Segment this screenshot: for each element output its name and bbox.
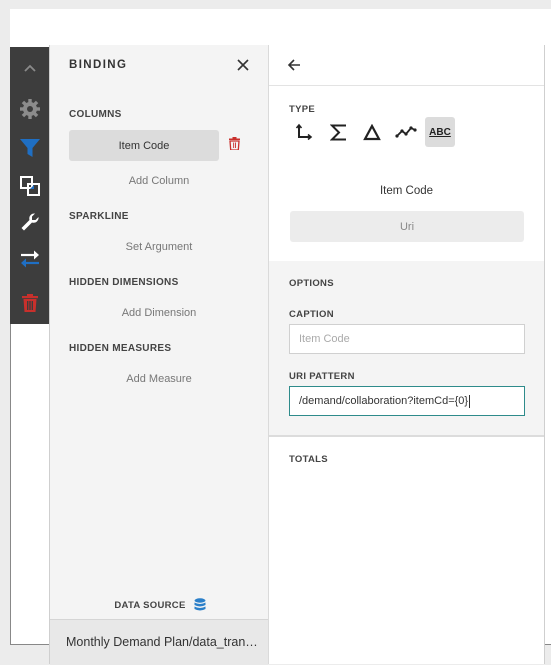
remove-column-button[interactable]: [229, 137, 240, 155]
data-source-label: DATA SOURCE: [114, 599, 186, 611]
uri-pattern-label: URI PATTERN: [289, 371, 355, 382]
close-icon: [237, 59, 249, 71]
totals-section: TOTALS: [269, 437, 544, 664]
column-item-button[interactable]: Item Code: [69, 130, 219, 161]
totals-header: TOTALS: [289, 454, 328, 465]
close-button[interactable]: [235, 57, 251, 73]
collapse-button[interactable]: [10, 51, 49, 85]
add-dimension-link[interactable]: Add Dimension: [69, 307, 249, 319]
type-sparkline-button[interactable]: [391, 117, 421, 147]
columns-header: COLUMNS: [69, 109, 122, 120]
sparkline-icon: [395, 126, 417, 138]
set-argument-link[interactable]: Set Argument: [69, 241, 249, 253]
options-header-bar: [269, 45, 544, 86]
type-section: TYPE ABC Item Code Uri: [269, 86, 544, 262]
gear-icon: [19, 99, 40, 119]
wrench-icon: [21, 213, 39, 231]
convert-icon: [20, 250, 39, 268]
caption-field[interactable]: Item Code: [289, 324, 525, 354]
trash-icon: [229, 137, 240, 151]
interactivity-icon: [19, 176, 40, 196]
back-arrow-icon: [287, 59, 300, 71]
uri-pattern-value: /demand/collaboration?itemCd={0}: [299, 395, 469, 407]
chevron-up-icon: [23, 64, 36, 72]
options-header: OPTIONS: [289, 278, 334, 289]
data-source-label-row: DATA SOURCE: [50, 598, 270, 612]
convert-button[interactable]: [10, 242, 49, 276]
filter-icon: [19, 139, 40, 157]
dashboard-item-header: [10, 9, 551, 47]
back-button[interactable]: [287, 58, 301, 77]
uri-pattern-field[interactable]: /demand/collaboration?itemCd={0}: [289, 386, 525, 416]
options-panel: TYPE ABC Item Code Uri OPTIONS CAPTION I…: [269, 45, 545, 664]
trash-icon: [21, 294, 38, 312]
options-button[interactable]: [10, 205, 49, 239]
sigma-icon: [329, 124, 346, 140]
type-uri-button[interactable]: ABC: [425, 117, 455, 147]
interactivity-button[interactable]: [10, 169, 49, 203]
caption-label: CAPTION: [289, 309, 334, 320]
panel-title: BINDING: [69, 59, 128, 71]
add-column-link[interactable]: Add Column: [69, 175, 249, 187]
hidden-dimensions-header: HIDDEN DIMENSIONS: [69, 277, 179, 288]
type-delta-button[interactable]: [357, 117, 387, 147]
field-name: Item Code: [379, 185, 434, 197]
text-caret: [469, 394, 471, 408]
abc-icon: ABC: [429, 126, 451, 138]
type-measure-button[interactable]: [323, 117, 353, 147]
binding-panel: BINDING COLUMNS Item Code Add Column SPA…: [49, 45, 270, 665]
binding-button[interactable]: [10, 92, 49, 126]
data-source-selector[interactable]: Monthly Demand Plan/data_transfer_demand…: [50, 619, 268, 665]
delete-item-button[interactable]: [10, 286, 49, 320]
data-source-name: Monthly Demand Plan/data_transfer_demand…: [66, 635, 261, 649]
type-header: TYPE: [289, 104, 316, 115]
caption-placeholder: Item Code: [299, 333, 350, 345]
item-toolbar: [10, 47, 58, 324]
hidden-measures-header: HIDDEN MEASURES: [69, 343, 172, 354]
database-icon: [194, 598, 206, 611]
add-measure-link[interactable]: Add Measure: [69, 373, 249, 385]
axis-icon: [295, 123, 313, 141]
delta-icon: [363, 123, 381, 140]
options-section: OPTIONS CAPTION Item Code URI PATTERN /d…: [269, 261, 544, 437]
sparkline-header: SPARKLINE: [69, 211, 129, 222]
type-selector: ABC: [289, 117, 455, 147]
filter-button[interactable]: [10, 131, 49, 165]
type-dimension-button[interactable]: [289, 117, 319, 147]
column-type-label: Uri: [290, 211, 524, 242]
